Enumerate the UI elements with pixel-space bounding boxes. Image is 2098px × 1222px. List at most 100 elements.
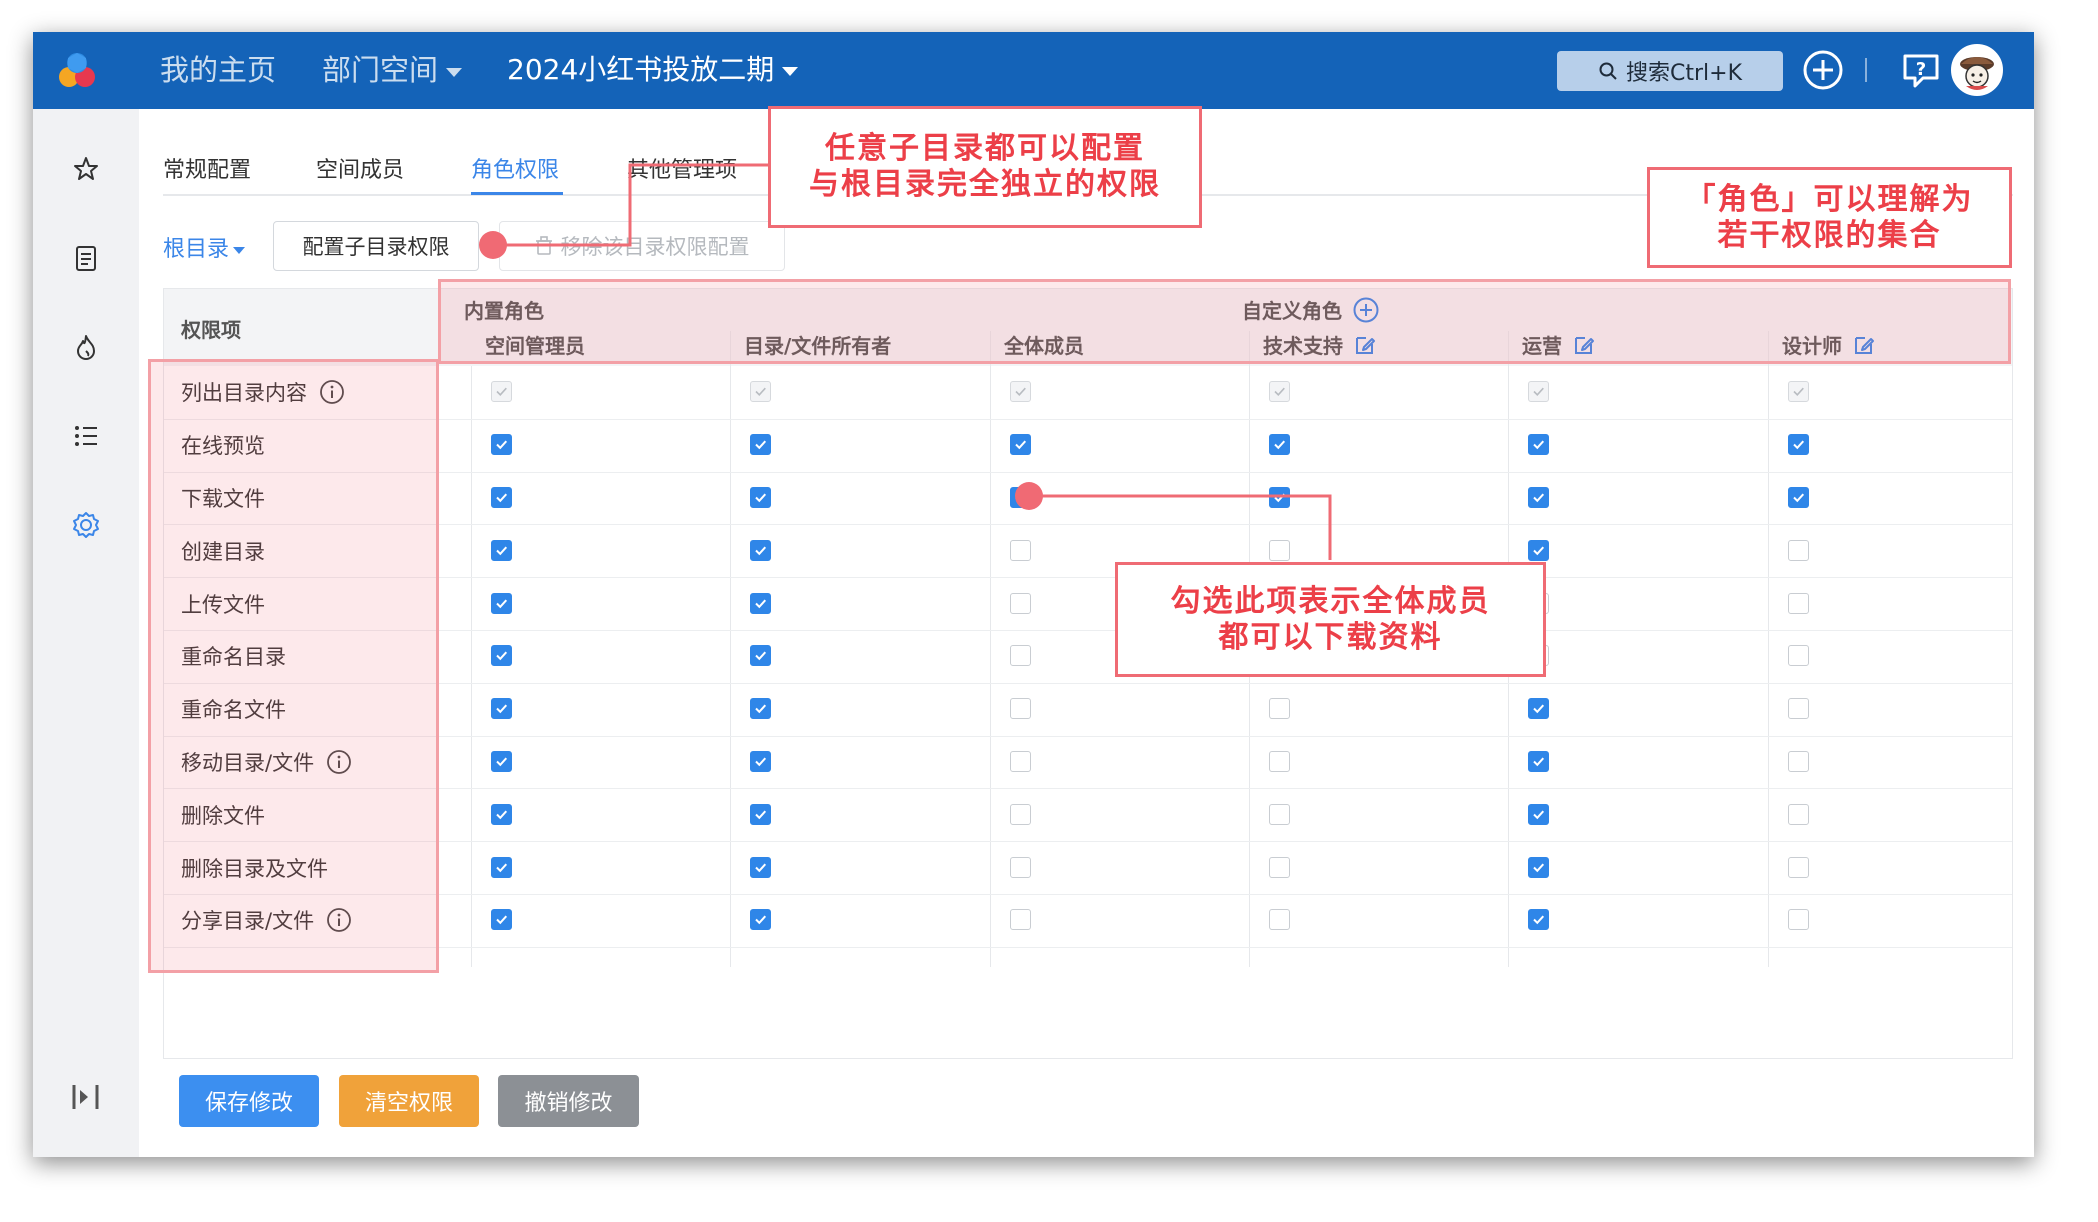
tabs-divider [163,194,2013,196]
edit-icon[interactable] [1572,333,1596,357]
permission-checkbox[interactable] [1010,751,1031,772]
permission-checkbox[interactable] [1528,645,1549,666]
permission-checkbox[interactable] [1528,540,1549,561]
permission-checkbox[interactable] [491,698,512,719]
permission-checkbox[interactable] [1788,645,1809,666]
permission-checkbox[interactable] [750,751,771,772]
permission-checkbox[interactable] [750,857,771,878]
permission-checkbox[interactable] [750,909,771,930]
tab-general[interactable]: 常规配置 [163,154,251,188]
nav-project-title[interactable]: 2024小红书投放二期 [507,50,799,90]
undo-button[interactable]: 撤销修改 [498,1075,639,1127]
permission-checkbox[interactable] [1528,857,1549,878]
nav-home[interactable]: 我的主页 [160,50,276,90]
permission-checkbox[interactable] [1528,804,1549,825]
document-icon[interactable] [66,238,106,278]
tab-role-permissions[interactable]: 角色权限 [471,154,559,188]
permission-checkbox[interactable] [1788,804,1809,825]
permission-checkbox[interactable] [1269,751,1290,772]
permission-checkbox[interactable] [750,487,771,508]
custom-roles-header: 自定义角色 [1242,295,1380,324]
permission-checkbox[interactable] [1528,434,1549,455]
permission-checkbox[interactable] [1528,698,1549,719]
permission-checkbox[interactable] [750,645,771,666]
permission-checkbox[interactable] [491,857,512,878]
permission-checkbox[interactable] [1010,593,1031,614]
root-dir-selector[interactable]: 根目录 [163,231,246,263]
permission-checkbox[interactable] [491,540,512,561]
permission-checkbox [750,381,771,402]
avatar-icon [1960,57,1994,90]
permission-checkbox[interactable] [1010,434,1031,455]
help-icon[interactable]: ? [1899,48,1943,92]
avatar[interactable] [1951,44,2003,96]
permission-checkbox[interactable] [491,751,512,772]
edit-icon[interactable] [1852,333,1876,357]
permission-checkbox[interactable] [491,487,512,508]
plus-circle-icon[interactable] [1801,48,1845,92]
permission-checkbox[interactable] [750,540,771,561]
info-icon[interactable] [319,379,345,405]
permission-checkbox[interactable] [1788,593,1809,614]
permission-checkbox[interactable] [491,434,512,455]
tab-members[interactable]: 空间成员 [316,154,404,188]
permission-row-label: 移动目录/文件 [181,747,352,777]
permission-checkbox[interactable] [1788,751,1809,772]
permission-checkbox[interactable] [1788,540,1809,561]
permission-checkbox[interactable] [1788,909,1809,930]
permission-checkbox[interactable] [491,593,512,614]
permission-checkbox[interactable] [1010,698,1031,719]
remove-dir-config-button[interactable]: 移除该目录权限配置 [499,221,785,271]
permission-checkbox[interactable] [750,593,771,614]
collapse-icon[interactable] [66,1077,106,1117]
permission-checkbox[interactable] [1269,698,1290,719]
permission-checkbox[interactable] [1010,857,1031,878]
header-divider [1865,58,1867,82]
info-icon[interactable] [326,749,352,775]
permission-checkbox[interactable] [1010,804,1031,825]
permission-checkbox[interactable] [1269,804,1290,825]
permission-checkbox[interactable] [750,804,771,825]
add-role-icon[interactable] [1352,296,1380,324]
permission-checkbox[interactable] [1788,857,1809,878]
star-icon[interactable] [66,149,106,189]
permission-checkbox[interactable] [1269,909,1290,930]
permission-checkbox[interactable] [1528,751,1549,772]
column-header-label: 全体成员 [1004,334,1084,358]
save-button[interactable]: 保存修改 [179,1075,319,1127]
permission-checkbox[interactable] [1010,540,1031,561]
permission-checkbox[interactable] [1010,487,1031,508]
permission-checkbox[interactable] [1269,645,1290,666]
edit-icon[interactable] [1353,333,1377,357]
trash-icon [535,236,552,255]
permission-checkbox[interactable] [1528,487,1549,508]
permission-row-label: 删除目录及文件 [181,853,328,883]
permission-checkbox[interactable] [1010,909,1031,930]
info-icon[interactable] [326,907,352,933]
fire-icon[interactable] [66,327,106,367]
permission-checkbox[interactable] [1788,487,1809,508]
permission-checkbox[interactable] [1788,698,1809,719]
permission-checkbox[interactable] [1528,593,1549,614]
permission-checkbox[interactable] [1269,857,1290,878]
permission-checkbox[interactable] [750,698,771,719]
list-icon[interactable] [66,416,106,456]
config-subdir-button[interactable]: 配置子目录权限 [273,221,479,271]
logo-icon[interactable] [55,49,99,93]
permission-checkbox[interactable] [491,645,512,666]
permission-checkbox[interactable] [491,909,512,930]
search-button[interactable]: 搜索Ctrl+K [1557,51,1783,91]
clear-permissions-button[interactable]: 清空权限 [339,1075,479,1127]
permission-checkbox[interactable] [491,804,512,825]
nav-dept-space[interactable]: 部门空间 [322,50,463,90]
permission-checkbox[interactable] [1269,540,1290,561]
tab-other[interactable]: 其他管理项 [627,154,737,188]
settings-icon[interactable] [66,505,106,545]
permission-checkbox[interactable] [1269,434,1290,455]
permission-checkbox[interactable] [1269,487,1290,508]
permission-checkbox[interactable] [1269,593,1290,614]
permission-checkbox[interactable] [1010,645,1031,666]
permission-checkbox[interactable] [1788,434,1809,455]
permission-checkbox[interactable] [1528,909,1549,930]
permission-checkbox[interactable] [750,434,771,455]
